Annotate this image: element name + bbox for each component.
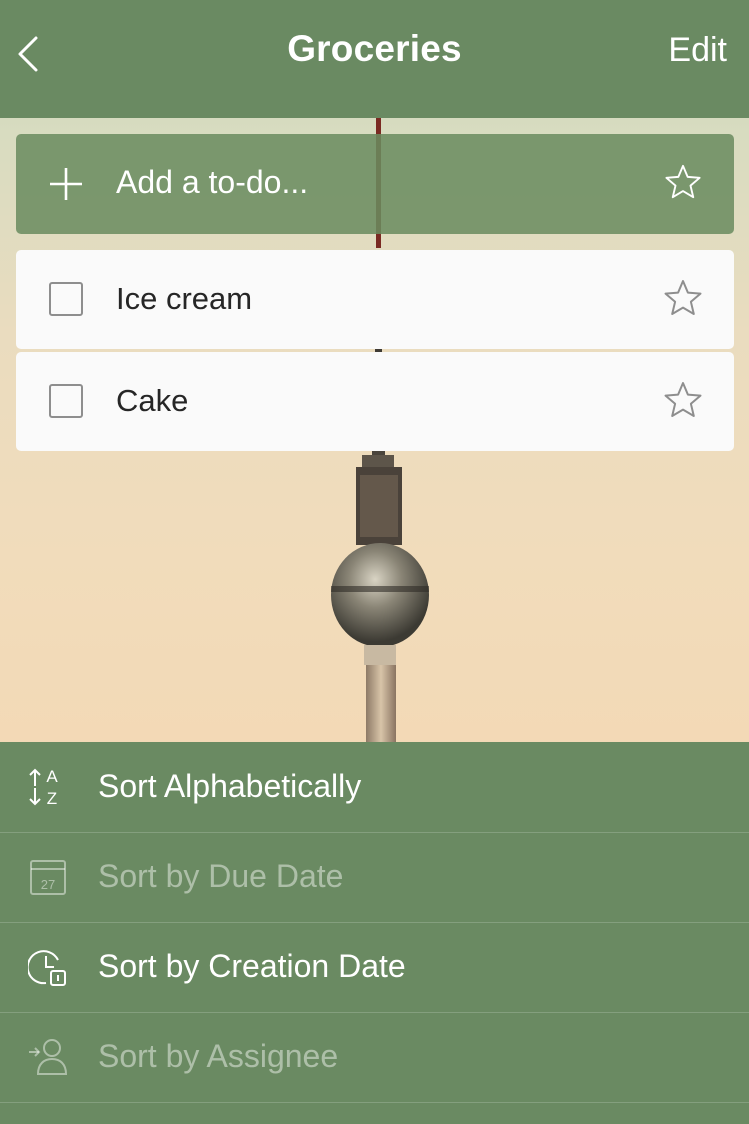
calendar-day: 27 [41,877,55,892]
svg-text:Z: Z [47,789,57,808]
edit-button[interactable]: Edit [668,31,727,70]
todo-item[interactable]: Cake [16,352,734,451]
svg-text:A: A [46,767,58,786]
sort-by-due-date-option[interactable]: 27 Sort by Due Date [0,832,749,923]
add-todo-input[interactable]: Add a to-do... [16,134,734,234]
todo-label: Ice cream [116,281,253,316]
calendar-icon: 27 [30,860,66,895]
star-icon[interactable] [663,380,703,420]
todo-item[interactable]: Ice cream [16,250,734,349]
todo-checkbox[interactable] [49,282,83,316]
clock-calendar-icon [28,950,66,986]
sort-by-assignee-option[interactable]: Sort by Assignee [0,1012,749,1103]
plus-icon [50,168,82,200]
assignee-icon [29,1039,68,1075]
sort-az-icon: A Z [29,767,58,808]
list-title: Groceries [287,28,462,69]
sort-by-assignee-label: Sort by Assignee [98,1038,339,1074]
sort-by-creation-date-label: Sort by Creation Date [98,948,406,984]
star-icon[interactable] [663,278,703,318]
sort-by-due-date-label: Sort by Due Date [98,858,344,894]
sort-alphabetically-label: Sort Alphabetically [98,768,362,804]
sort-alphabetically-option[interactable]: A Z Sort Alphabetically [0,742,749,833]
nav-header: Groceries Edit [0,0,749,118]
todo-label: Cake [116,383,189,418]
todo-checkbox[interactable] [49,384,83,418]
sort-menu: A Z Sort Alphabetically 27 Sort by Due D… [0,742,749,1124]
star-icon[interactable] [664,163,702,201]
add-todo-placeholder: Add a to-do... [116,164,309,200]
sort-by-creation-date-option[interactable]: Sort by Creation Date [0,922,749,1013]
